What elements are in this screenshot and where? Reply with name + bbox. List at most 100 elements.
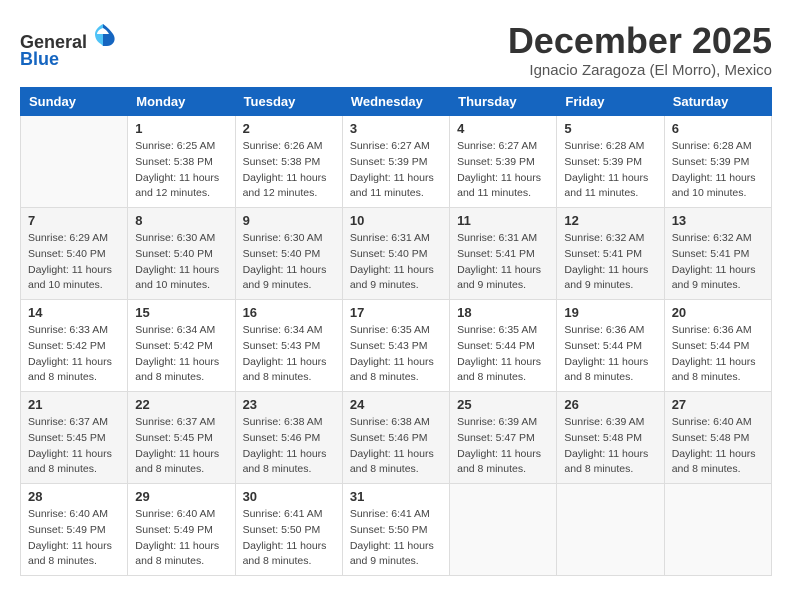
calendar-day-cell: 28Sunrise: 6:40 AMSunset: 5:49 PMDayligh… (21, 484, 128, 576)
day-info: Sunrise: 6:31 AMSunset: 5:41 PMDaylight:… (457, 231, 549, 294)
calendar-day-cell: 17 Sunrise: 6:35 AMSunset: 5:43 PMDayligh… (342, 300, 449, 392)
day-number: 11 (457, 213, 549, 228)
day-number: 19 (564, 305, 656, 320)
day-info: Sunrise: 6:38 AMSunset: 5:46 PMDaylight:… (243, 415, 335, 478)
day-info: Sunrise: 6:29 AMSunset: 5:40 PMDaylight:… (28, 231, 120, 294)
day-info: Sunrise: 6:41 AMSunset: 5:50 PMDaylight:… (243, 507, 335, 570)
calendar-day-cell (21, 116, 128, 208)
day-number: 14 (28, 305, 120, 320)
calendar-day-cell: 24 Sunrise: 6:38 AMSunset: 5:46 PMDayligh… (342, 392, 449, 484)
calendar-day-cell: 22 Sunrise: 6:37 AMSunset: 5:45 PMDayligh… (128, 392, 235, 484)
day-number: 16 (243, 305, 335, 320)
weekday-header: Wednesday (342, 88, 449, 116)
calendar-day-cell: 23 Sunrise: 6:38 AMSunset: 5:46 PMDayligh… (235, 392, 342, 484)
day-info: Sunrise: 6:37 AMSunset: 5:45 PMDaylight:… (28, 415, 120, 478)
calendar-day-cell (664, 484, 771, 576)
calendar-week-row: 7 Sunrise: 6:29 AMSunset: 5:40 PMDaylight… (21, 208, 772, 300)
day-number: 10 (350, 213, 442, 228)
day-info: Sunrise: 6:33 AMSunset: 5:42 PMDaylight:… (28, 323, 120, 386)
calendar-table: SundayMondayTuesdayWednesdayThursdayFrid… (20, 87, 772, 576)
day-info: Sunrise: 6:36 AMSunset: 5:44 PMDaylight:… (564, 323, 656, 386)
calendar-day-cell: 2 Sunrise: 6:26 AMSunset: 5:38 PMDaylight… (235, 116, 342, 208)
day-info: Sunrise: 6:38 AMSunset: 5:46 PMDaylight:… (350, 415, 442, 478)
day-number: 6 (672, 121, 764, 136)
calendar-day-cell: 8 Sunrise: 6:30 AMSunset: 5:40 PMDaylight… (128, 208, 235, 300)
day-number: 30 (243, 489, 335, 504)
calendar-day-cell: 31 Sunrise: 6:41 AMSunset: 5:50 PMDayligh… (342, 484, 449, 576)
calendar-day-cell (557, 484, 664, 576)
calendar-week-row: 28Sunrise: 6:40 AMSunset: 5:49 PMDayligh… (21, 484, 772, 576)
day-number: 27 (672, 397, 764, 412)
day-info: Sunrise: 6:40 AMSunset: 5:49 PMDaylight:… (28, 507, 120, 570)
page-header: General Blue December 2025 Ignacio Zarag… (20, 20, 772, 79)
calendar-day-cell: 11 Sunrise: 6:31 AMSunset: 5:41 PMDayligh… (450, 208, 557, 300)
day-info: Sunrise: 6:35 AMSunset: 5:43 PMDaylight:… (350, 323, 442, 386)
calendar-week-row: 1 Sunrise: 6:25 AMSunset: 5:38 PMDaylight… (21, 116, 772, 208)
day-info: Sunrise: 6:36 AMSunset: 5:44 PMDaylight:… (672, 323, 764, 386)
calendar-week-row: 21Sunrise: 6:37 AMSunset: 5:45 PMDayligh… (21, 392, 772, 484)
calendar-day-cell: 19 Sunrise: 6:36 AMSunset: 5:44 PMDayligh… (557, 300, 664, 392)
day-info: Sunrise: 6:32 AMSunset: 5:41 PMDaylight:… (672, 231, 764, 294)
weekday-header: Thursday (450, 88, 557, 116)
calendar-day-cell: 26Sunrise: 6:39 AMSunset: 5:48 PMDayligh… (557, 392, 664, 484)
day-number: 23 (243, 397, 335, 412)
calendar-day-cell: 3 Sunrise: 6:27 AMSunset: 5:39 PMDaylight… (342, 116, 449, 208)
day-number: 8 (135, 213, 227, 228)
calendar-day-cell: 21Sunrise: 6:37 AMSunset: 5:45 PMDayligh… (21, 392, 128, 484)
day-info: Sunrise: 6:39 AMSunset: 5:47 PMDaylight:… (457, 415, 549, 478)
weekday-header: Monday (128, 88, 235, 116)
day-info: Sunrise: 6:30 AMSunset: 5:40 PMDaylight:… (135, 231, 227, 294)
day-number: 24 (350, 397, 442, 412)
day-info: Sunrise: 6:41 AMSunset: 5:50 PMDaylight:… (350, 507, 442, 570)
calendar-day-cell: 9 Sunrise: 6:30 AMSunset: 5:40 PMDaylight… (235, 208, 342, 300)
day-number: 5 (564, 121, 656, 136)
day-info: Sunrise: 6:27 AMSunset: 5:39 PMDaylight:… (350, 139, 442, 202)
day-info: Sunrise: 6:27 AMSunset: 5:39 PMDaylight:… (457, 139, 549, 202)
calendar-day-cell: 25 Sunrise: 6:39 AMSunset: 5:47 PMDayligh… (450, 392, 557, 484)
calendar-day-cell: 13 Sunrise: 6:32 AMSunset: 5:41 PMDayligh… (664, 208, 771, 300)
day-number: 9 (243, 213, 335, 228)
day-info: Sunrise: 6:39 AMSunset: 5:48 PMDaylight:… (564, 415, 656, 478)
day-number: 13 (672, 213, 764, 228)
title-section: December 2025 Ignacio Zaragoza (El Morro… (508, 20, 772, 79)
day-info: Sunrise: 6:34 AMSunset: 5:42 PMDaylight:… (135, 323, 227, 386)
day-number: 25 (457, 397, 549, 412)
day-info: Sunrise: 6:25 AMSunset: 5:38 PMDaylight:… (135, 139, 227, 202)
day-number: 22 (135, 397, 227, 412)
calendar-day-cell: 15Sunrise: 6:34 AMSunset: 5:42 PMDayligh… (128, 300, 235, 392)
calendar-day-cell: 4 Sunrise: 6:27 AMSunset: 5:39 PMDaylight… (450, 116, 557, 208)
calendar-day-cell: 18Sunrise: 6:35 AMSunset: 5:44 PMDayligh… (450, 300, 557, 392)
weekday-header: Saturday (664, 88, 771, 116)
month-title: December 2025 (508, 20, 772, 62)
calendar-day-cell (450, 484, 557, 576)
day-number: 7 (28, 213, 120, 228)
day-info: Sunrise: 6:28 AMSunset: 5:39 PMDaylight:… (564, 139, 656, 202)
calendar-day-cell: 30 Sunrise: 6:41 AMSunset: 5:50 PMDayligh… (235, 484, 342, 576)
day-info: Sunrise: 6:37 AMSunset: 5:45 PMDaylight:… (135, 415, 227, 478)
day-info: Sunrise: 6:40 AMSunset: 5:48 PMDaylight:… (672, 415, 764, 478)
calendar-day-cell: 6 Sunrise: 6:28 AMSunset: 5:39 PMDaylight… (664, 116, 771, 208)
day-number: 1 (135, 121, 227, 136)
calendar-week-row: 14 Sunrise: 6:33 AMSunset: 5:42 PMDayligh… (21, 300, 772, 392)
day-info: Sunrise: 6:26 AMSunset: 5:38 PMDaylight:… (243, 139, 335, 202)
day-number: 31 (350, 489, 442, 504)
calendar-day-cell: 14 Sunrise: 6:33 AMSunset: 5:42 PMDayligh… (21, 300, 128, 392)
calendar-day-cell: 12Sunrise: 6:32 AMSunset: 5:41 PMDayligh… (557, 208, 664, 300)
day-info: Sunrise: 6:32 AMSunset: 5:41 PMDaylight:… (564, 231, 656, 294)
day-info: Sunrise: 6:34 AMSunset: 5:43 PMDaylight:… (243, 323, 335, 386)
day-number: 20 (672, 305, 764, 320)
day-number: 17 (350, 305, 442, 320)
day-info: Sunrise: 6:30 AMSunset: 5:40 PMDaylight:… (243, 231, 335, 294)
day-number: 3 (350, 121, 442, 136)
day-info: Sunrise: 6:40 AMSunset: 5:49 PMDaylight:… (135, 507, 227, 570)
calendar-day-cell: 29Sunrise: 6:40 AMSunset: 5:49 PMDayligh… (128, 484, 235, 576)
calendar-day-cell: 1 Sunrise: 6:25 AMSunset: 5:38 PMDaylight… (128, 116, 235, 208)
calendar-day-cell: 20 Sunrise: 6:36 AMSunset: 5:44 PMDayligh… (664, 300, 771, 392)
day-info: Sunrise: 6:28 AMSunset: 5:39 PMDaylight:… (672, 139, 764, 202)
day-number: 2 (243, 121, 335, 136)
calendar-day-cell: 5 Sunrise: 6:28 AMSunset: 5:39 PMDaylight… (557, 116, 664, 208)
day-number: 4 (457, 121, 549, 136)
calendar-day-cell: 7 Sunrise: 6:29 AMSunset: 5:40 PMDaylight… (21, 208, 128, 300)
weekday-header: Friday (557, 88, 664, 116)
day-info: Sunrise: 6:31 AMSunset: 5:40 PMDaylight:… (350, 231, 442, 294)
